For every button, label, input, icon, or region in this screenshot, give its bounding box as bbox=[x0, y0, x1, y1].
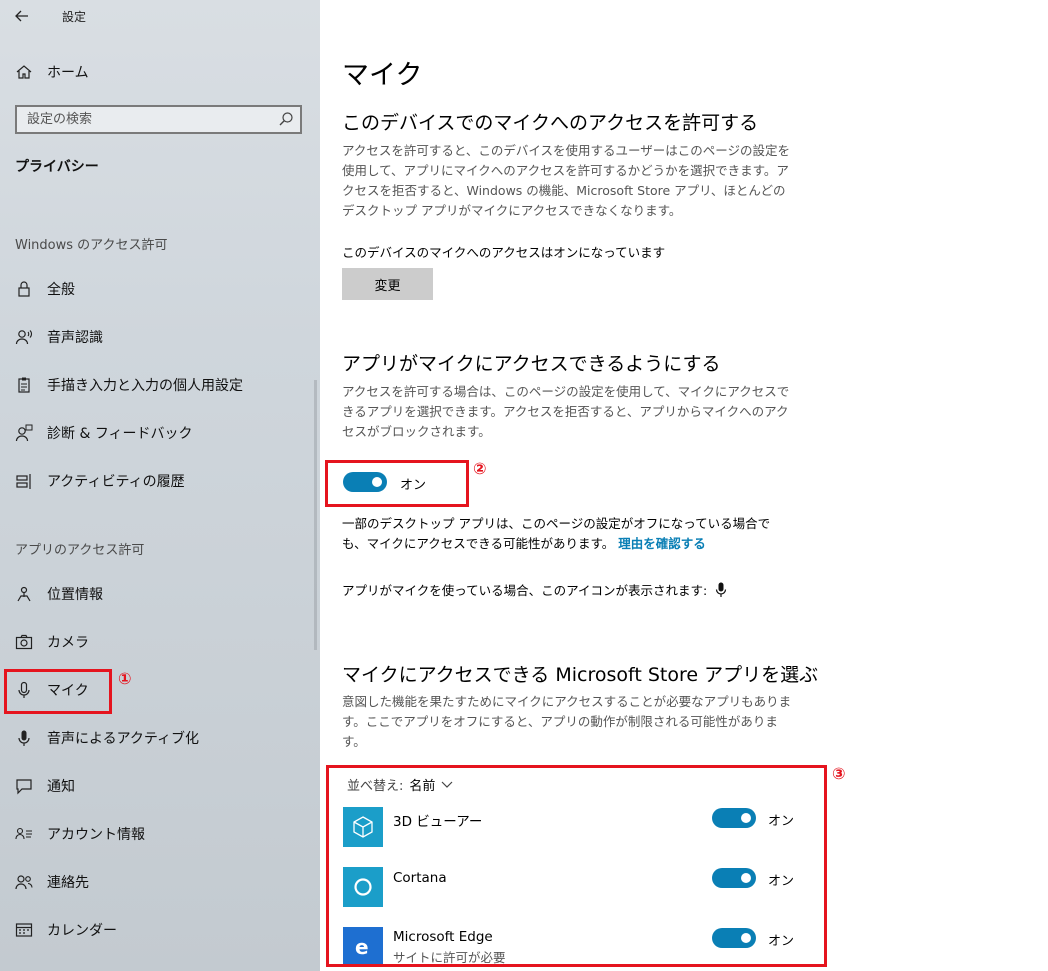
app-access-heading: アプリがマイクにアクセスできるようにする bbox=[342, 353, 721, 375]
microphone-filled-icon bbox=[14, 728, 34, 748]
app-title: 設定 bbox=[62, 10, 87, 24]
annotation-callout-2: ② bbox=[473, 459, 487, 478]
microphone-in-use-icon bbox=[716, 582, 727, 597]
sidebar-item-label: 全般 bbox=[47, 282, 75, 298]
device-access-description: アクセスを許可すると、このデバイスを使用するユーザーはこのページの設定を使用して… bbox=[342, 143, 791, 218]
location-icon bbox=[14, 584, 34, 604]
sidebar-item-label: カメラ bbox=[47, 635, 89, 651]
mic-icon-note-text: アプリがマイクを使っている場合、このアイコンが表示されます: bbox=[342, 583, 708, 598]
store-apps-description: 意図した機能を果たすためにマイクにアクセスすることが必要なアプリもあります。ここ… bbox=[342, 694, 792, 749]
device-access-status: このデバイスのマイクへのアクセスはオンになっています bbox=[342, 245, 666, 260]
title-bar: 設定 bbox=[0, 0, 320, 32]
camera-icon bbox=[14, 632, 34, 652]
clipboard-icon bbox=[14, 375, 34, 395]
sidebar-item-label: 手描き入力と入力の個人用設定 bbox=[47, 378, 243, 394]
mic-icon-note: アプリがマイクを使っている場合、このアイコンが表示されます: bbox=[342, 580, 727, 599]
section-title: プライバシー bbox=[15, 159, 99, 175]
sidebar-item-label: 位置情報 bbox=[47, 587, 103, 603]
back-arrow-icon bbox=[15, 10, 28, 22]
feedback-person-icon bbox=[14, 423, 34, 443]
contacts-icon bbox=[14, 872, 34, 892]
sidebar-item-home[interactable]: ホーム bbox=[0, 52, 320, 92]
change-button[interactable]: 変更 bbox=[342, 268, 433, 300]
sidebar-item-label: アクティビティの履歴 bbox=[47, 474, 185, 490]
calendar-icon bbox=[14, 920, 34, 940]
sidebar-item-label: ホーム bbox=[47, 65, 89, 81]
annotation-box-2 bbox=[325, 460, 469, 507]
annotation-callout-1: ① bbox=[118, 669, 132, 688]
page-title: マイク bbox=[342, 60, 423, 91]
sidebar-item-activity-history[interactable]: アクティビティの履歴 bbox=[0, 461, 320, 501]
sidebar-item-label: アカウント情報 bbox=[47, 827, 145, 843]
notification-icon bbox=[14, 776, 34, 796]
annotation-box-3 bbox=[326, 765, 827, 967]
sidebar-item-label: 音声によるアクティブ化 bbox=[47, 731, 200, 747]
sidebar-item-account-info[interactable]: アカウント情報 bbox=[0, 814, 320, 854]
annotation-callout-3: ③ bbox=[832, 764, 846, 783]
speech-person-icon bbox=[14, 327, 34, 347]
search-icon[interactable] bbox=[278, 111, 294, 127]
sidebar-item-label: カレンダー bbox=[47, 923, 117, 939]
sidebar-item-calendar[interactable]: カレンダー bbox=[0, 910, 320, 950]
back-button[interactable] bbox=[10, 4, 34, 28]
desktop-apps-note: 一部のデスクトップ アプリは、このページの設定がオフになっている場合でも、マイク… bbox=[342, 514, 794, 554]
timeline-icon bbox=[14, 471, 34, 491]
search-box[interactable] bbox=[15, 105, 302, 134]
app-access-description: アクセスを許可する場合は、このページの設定を使用して、マイクにアクセスできるアプ… bbox=[342, 384, 790, 439]
group-heading-apps: アプリのアクセス許可 bbox=[15, 543, 145, 558]
sidebar-item-inking[interactable]: 手描き入力と入力の個人用設定 bbox=[0, 365, 320, 405]
sidebar-item-label: 連絡先 bbox=[47, 875, 89, 891]
sidebar-item-camera[interactable]: カメラ bbox=[0, 622, 320, 662]
annotation-box-1 bbox=[4, 669, 112, 714]
learn-why-link[interactable]: 理由を確認する bbox=[618, 536, 706, 551]
sidebar-item-speech[interactable]: 音声認識 bbox=[0, 317, 320, 357]
sidebar-item-notifications[interactable]: 通知 bbox=[0, 766, 320, 806]
sidebar-item-voice-activation[interactable]: 音声によるアクティブ化 bbox=[0, 718, 320, 758]
sidebar: 設定 ホーム プライバシー Windows のアクセス許可 全般 音声認識 手描… bbox=[0, 0, 320, 971]
store-apps-heading: マイクにアクセスできる Microsoft Store アプリを選ぶ bbox=[342, 664, 819, 686]
account-info-icon bbox=[14, 824, 34, 844]
sidebar-item-label: 通知 bbox=[47, 779, 75, 795]
device-access-heading: このデバイスでのマイクへのアクセスを許可する bbox=[342, 112, 759, 134]
sidebar-item-diagnostics[interactable]: 診断 & フィードバック bbox=[0, 413, 320, 453]
sidebar-item-contacts[interactable]: 連絡先 bbox=[0, 862, 320, 902]
group-heading-windows: Windows のアクセス許可 bbox=[15, 238, 168, 253]
search-input[interactable] bbox=[17, 107, 267, 132]
sidebar-item-label: 診断 & フィードバック bbox=[47, 426, 193, 442]
sidebar-item-label: 音声認識 bbox=[47, 330, 103, 346]
desktop-apps-note-text: 一部のデスクトップ アプリは、このページの設定がオフになっている場合でも、マイク… bbox=[342, 516, 771, 551]
sidebar-item-general[interactable]: 全般 bbox=[0, 269, 320, 309]
home-icon bbox=[14, 62, 34, 82]
sidebar-scrollbar[interactable] bbox=[314, 380, 317, 650]
lock-icon bbox=[14, 279, 34, 299]
sidebar-item-location[interactable]: 位置情報 bbox=[0, 574, 320, 614]
